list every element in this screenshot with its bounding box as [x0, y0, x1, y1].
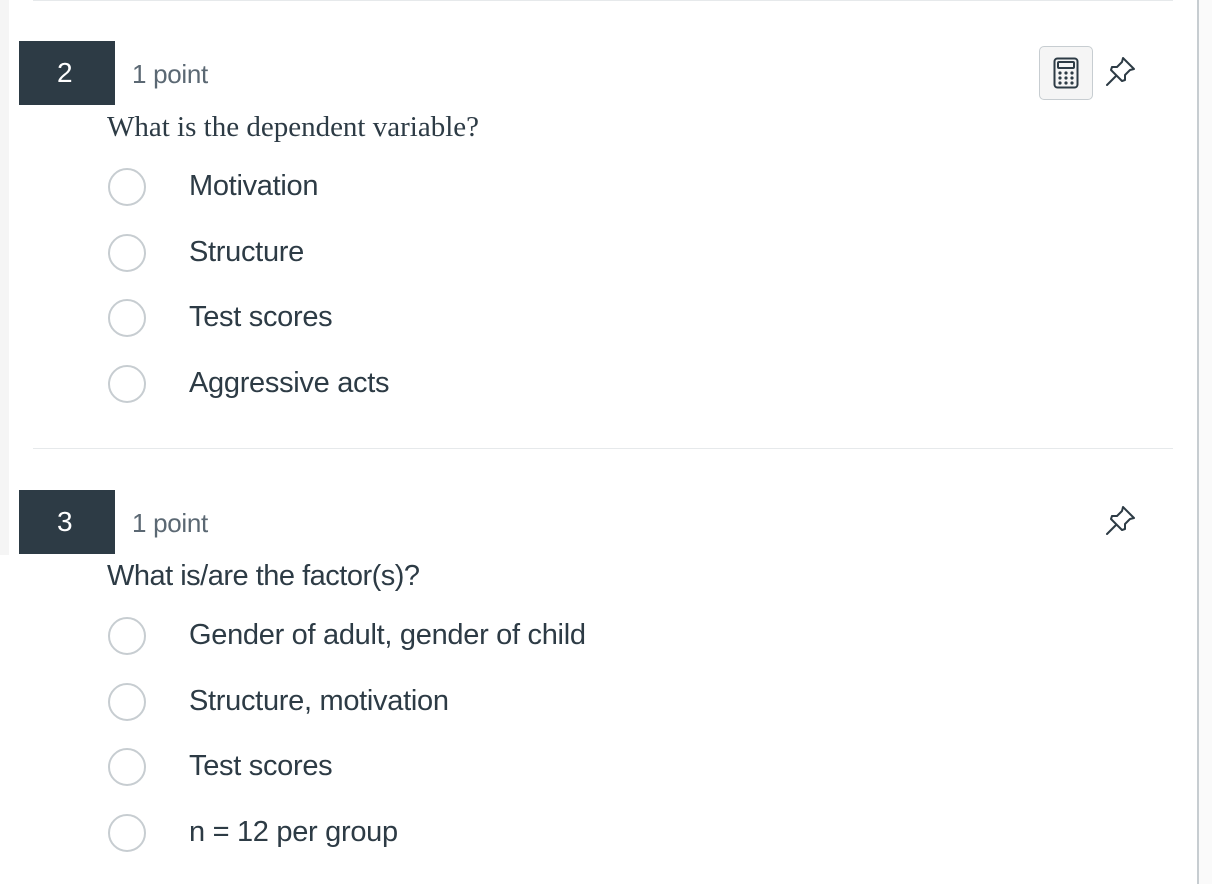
answer-label: Test scores — [189, 750, 333, 782]
answer-label: Test scores — [189, 301, 333, 333]
radio-button[interactable] — [108, 168, 146, 206]
question-text: What is the dependent variable? — [107, 111, 480, 143]
question-number-badge: 3 — [19, 490, 115, 554]
answer-option[interactable]: Test scores — [108, 298, 333, 338]
calculator-button[interactable] — [1039, 46, 1093, 100]
answer-option[interactable]: n = 12 per group — [108, 813, 398, 853]
answer-option[interactable]: Motivation — [108, 167, 318, 207]
answer-list: Motivation Structure Test scores Aggress… — [108, 167, 390, 429]
quiz-page: 2 1 point What is the dependent variable… — [0, 0, 1212, 884]
answer-list: Gender of adult, gender of child Structu… — [108, 616, 586, 878]
radio-button[interactable] — [108, 299, 146, 337]
radio-button[interactable] — [108, 682, 146, 721]
pin-icon — [1106, 57, 1135, 86]
calculator-icon — [1053, 57, 1079, 89]
radio-button[interactable] — [108, 364, 146, 403]
answer-label: Motivation — [189, 170, 319, 202]
answer-label: Aggressive acts — [189, 366, 390, 399]
left-gutter — [0, 0, 9, 555]
scrollbar[interactable] — [1197, 0, 1212, 884]
question-divider — [33, 448, 1173, 449]
answer-option[interactable]: Aggressive acts — [108, 364, 390, 404]
answer-label: n = 12 per group — [189, 815, 398, 848]
question-number-badge: 2 — [19, 41, 115, 105]
pin-icon — [1106, 506, 1135, 535]
answer-label: Structure, motivation — [189, 684, 449, 717]
question-divider — [33, 0, 1173, 1]
radio-button[interactable] — [108, 748, 146, 786]
radio-button[interactable] — [108, 233, 146, 272]
answer-option[interactable]: Gender of adult, gender of child — [108, 616, 586, 656]
answer-option[interactable]: Structure — [108, 233, 304, 273]
radio-button[interactable] — [108, 617, 146, 655]
answer-label: Gender of adult, gender of child — [189, 619, 586, 651]
answer-option[interactable]: Test scores — [108, 747, 333, 787]
answer-option[interactable]: Structure, motivation — [108, 682, 449, 722]
pin-question-button[interactable] — [1103, 502, 1139, 538]
radio-button[interactable] — [108, 813, 146, 852]
answer-label: Structure — [189, 235, 304, 268]
pin-question-button[interactable] — [1103, 53, 1139, 89]
question-text: What is/are the factor(s)? — [107, 560, 420, 592]
question-points: 1 point — [132, 508, 208, 538]
question-points: 1 point — [132, 59, 208, 89]
